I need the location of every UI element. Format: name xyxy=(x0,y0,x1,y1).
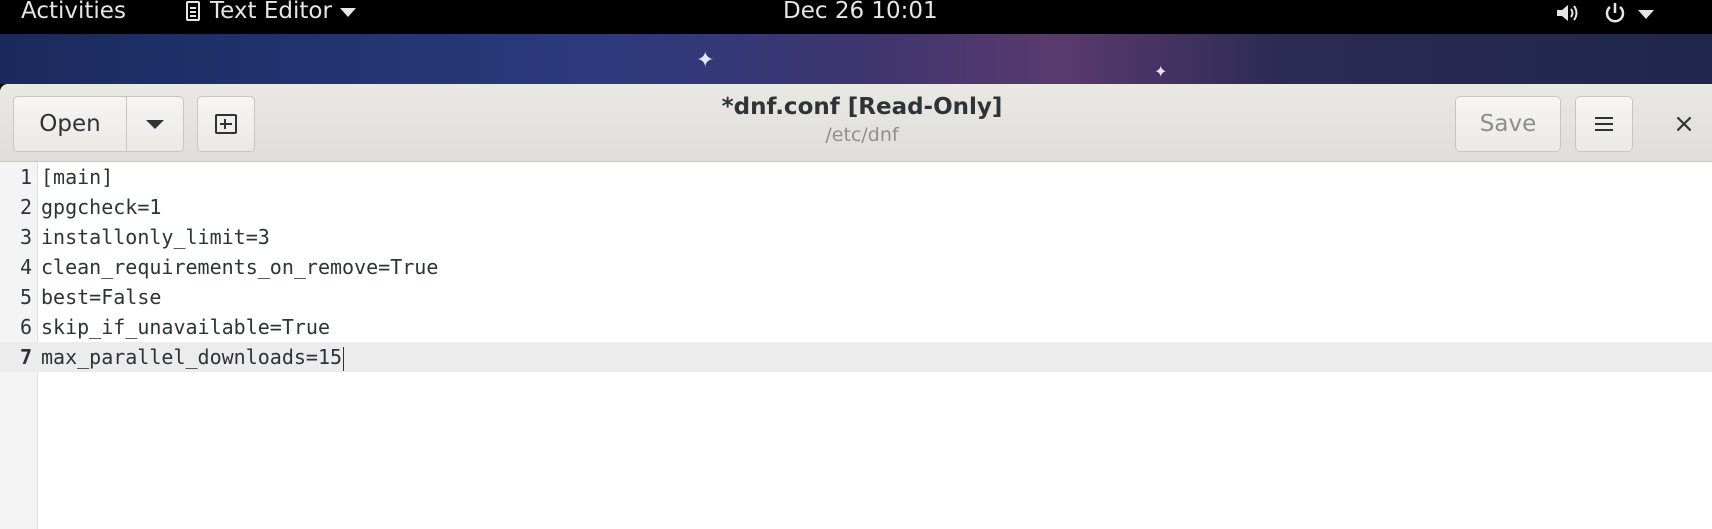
volume-icon xyxy=(1557,5,1578,21)
line-number: 4 xyxy=(19,255,32,279)
app-menu-label: Text Editor xyxy=(210,0,332,24)
new-tab-button[interactable] xyxy=(197,96,255,152)
window-title: *dnf.conf [Read-Only] xyxy=(721,94,1003,120)
editor-line[interactable]: 5 best=False xyxy=(0,282,1712,312)
system-menu[interactable] xyxy=(1556,2,1654,24)
line-number: 6 xyxy=(19,315,32,339)
window-subtitle: /etc/dnf xyxy=(825,124,899,146)
close-button[interactable]: × xyxy=(1666,104,1702,144)
star-decoration: ✦ xyxy=(1154,62,1168,81)
open-menu-button[interactable] xyxy=(126,96,184,152)
activities-button[interactable]: Activities xyxy=(21,0,126,24)
text-editor-icon xyxy=(186,1,200,21)
text-editor-window: Open *dnf.conf [Read-Only] /etc/dnf Save… xyxy=(0,84,1712,529)
window-title-area: *dnf.conf [Read-Only] /etc/dnf xyxy=(620,94,1104,146)
app-menu[interactable]: Text Editor xyxy=(186,0,356,24)
editor-line[interactable]: 4 clean_requirements_on_remove=True xyxy=(0,252,1712,282)
text-editor-area[interactable]: 1 [main] 2 gpgcheck=1 3 installonly_limit=3 4 c… xyxy=(0,162,1712,529)
line-number: 5 xyxy=(19,285,32,309)
line-number: 3 xyxy=(19,225,32,249)
open-button-label: Open xyxy=(39,111,101,137)
editor-line[interactable]: 2 gpgcheck=1 xyxy=(0,192,1712,222)
main-menu-button[interactable] xyxy=(1575,96,1633,152)
chevron-down-icon xyxy=(339,7,356,17)
save-button[interactable]: Save xyxy=(1455,96,1561,152)
line-text[interactable]: installonly_limit=3 xyxy=(41,222,270,252)
save-button-label: Save xyxy=(1479,111,1537,137)
header-bar: Open *dnf.conf [Read-Only] /etc/dnf Save… xyxy=(0,84,1712,162)
power-icon xyxy=(1605,3,1625,23)
desktop-wallpaper: ✦ ✦ xyxy=(0,34,1712,84)
hamburger-menu-icon xyxy=(1595,123,1613,125)
top-bar: Activities Text Editor Dec 26 10:01 xyxy=(0,0,1712,34)
text-cursor xyxy=(343,346,345,371)
line-number: 2 xyxy=(19,195,32,219)
editor-line[interactable]: 7 max_parallel_downloads=15 xyxy=(0,342,1712,372)
line-text[interactable]: skip_if_unavailable=True xyxy=(41,312,330,342)
line-text[interactable]: best=False xyxy=(41,282,161,312)
close-icon: × xyxy=(1673,109,1695,139)
star-decoration: ✦ xyxy=(696,48,715,73)
line-text[interactable]: gpgcheck=1 xyxy=(41,192,161,222)
chevron-down-icon xyxy=(1638,9,1654,19)
editor-line[interactable]: 1 [main] xyxy=(0,162,1712,192)
line-number: 7 xyxy=(19,345,32,369)
open-button[interactable]: Open xyxy=(13,96,127,152)
line-text[interactable]: max_parallel_downloads=15 xyxy=(41,342,345,372)
editor-line[interactable]: 3 installonly_limit=3 xyxy=(0,222,1712,252)
chevron-down-icon xyxy=(146,119,164,129)
line-number: 1 xyxy=(19,165,32,189)
line-text[interactable]: [main] xyxy=(41,162,113,192)
editor-line[interactable]: 6 skip_if_unavailable=True xyxy=(0,312,1712,342)
new-document-icon xyxy=(215,114,237,134)
line-text[interactable]: clean_requirements_on_remove=True xyxy=(41,252,438,282)
clock[interactable]: Dec 26 10:01 xyxy=(783,0,938,24)
